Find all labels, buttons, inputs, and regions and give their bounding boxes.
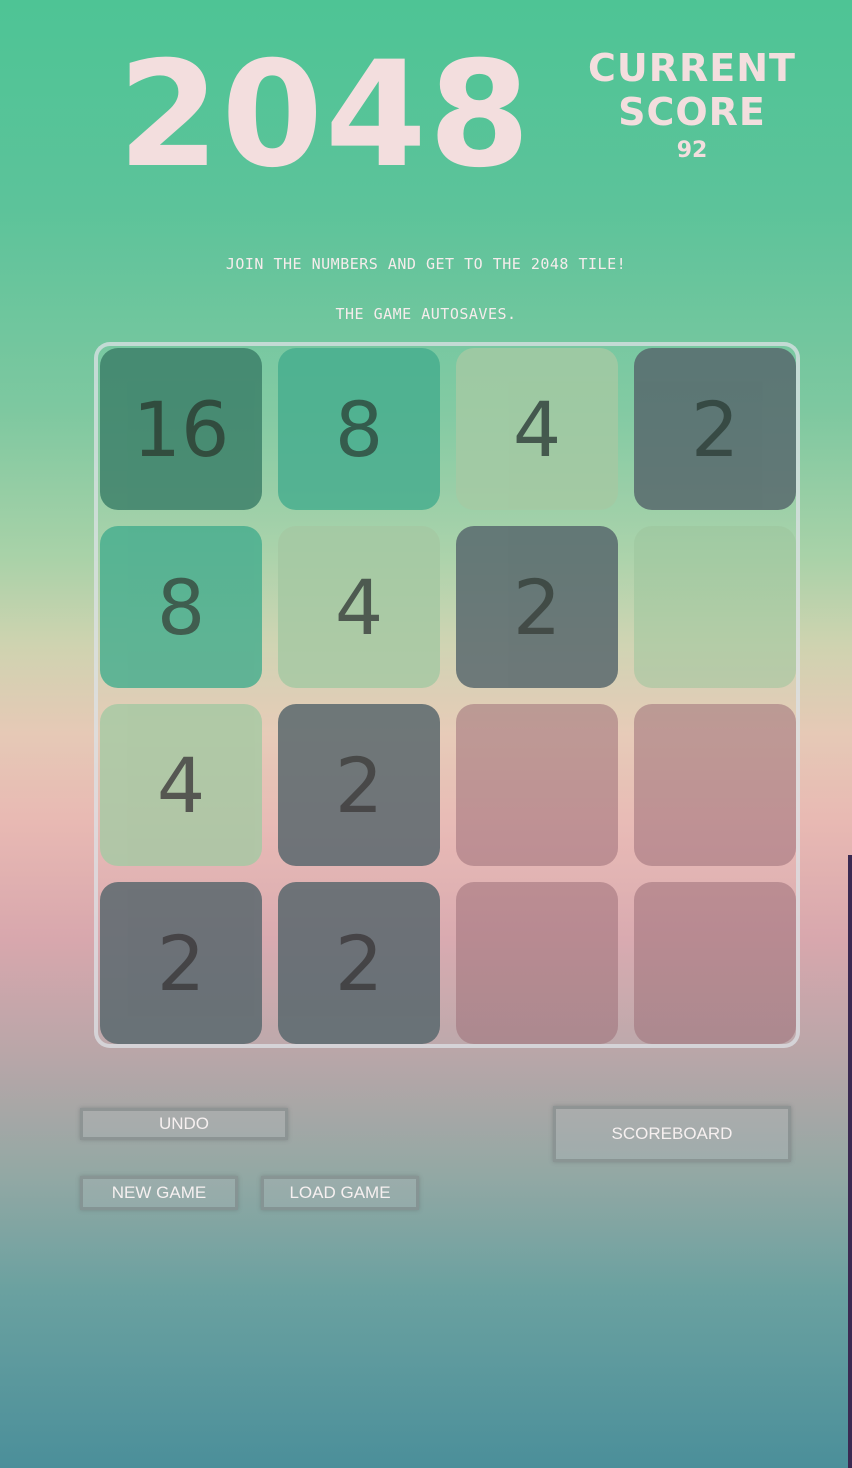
tile-4: 4: [100, 704, 262, 866]
tile-value: 16: [132, 384, 230, 474]
tile-2: 2: [278, 704, 440, 866]
window-edge: [848, 855, 852, 1468]
load-game-button[interactable]: LOAD GAME: [261, 1176, 419, 1210]
tile-2: 2: [278, 882, 440, 1044]
current-score: 92: [676, 138, 708, 163]
tile-2: 2: [100, 882, 262, 1044]
tile-value: 2: [156, 918, 206, 1008]
tile-8: 8: [278, 348, 440, 510]
game-board[interactable]: 16 8 4 2 8 4 2 4 2 2 2: [94, 342, 800, 1048]
tile-value: 4: [512, 384, 562, 474]
tile-16: 16: [100, 348, 262, 510]
score-label-line1: CURRENT: [588, 46, 796, 90]
tile-empty: [634, 526, 796, 688]
tile-empty: [456, 882, 618, 1044]
tile-value: 2: [334, 918, 384, 1008]
tile-value: 8: [334, 384, 384, 474]
tile-value: 2: [690, 384, 740, 474]
tile-8: 8: [100, 526, 262, 688]
scoreboard-button[interactable]: SCOREBOARD: [553, 1106, 791, 1162]
tile-4: 4: [456, 348, 618, 510]
tile-2: 2: [634, 348, 796, 510]
tile-empty: [634, 882, 796, 1044]
tile-value: 2: [334, 740, 384, 830]
tile-value: 4: [156, 740, 206, 830]
instructions-text: JOIN THE NUMBERS AND GET TO THE 2048 TIL…: [225, 255, 627, 273]
tile-2: 2: [456, 526, 618, 688]
tile-empty: [634, 704, 796, 866]
undo-button[interactable]: UNDO: [80, 1108, 288, 1140]
autosave-text: THE GAME AUTOSAVES.: [335, 305, 517, 323]
game-title: 2048: [117, 30, 533, 200]
new-game-button[interactable]: NEW GAME: [80, 1176, 238, 1210]
score-label-line2: SCORE: [618, 90, 766, 134]
tile-empty: [456, 704, 618, 866]
tile-4: 4: [278, 526, 440, 688]
score-label: CURRENT SCORE: [582, 46, 802, 136]
tile-value: 8: [156, 562, 206, 652]
tile-value: 2: [512, 562, 562, 652]
tile-value: 4: [334, 562, 384, 652]
